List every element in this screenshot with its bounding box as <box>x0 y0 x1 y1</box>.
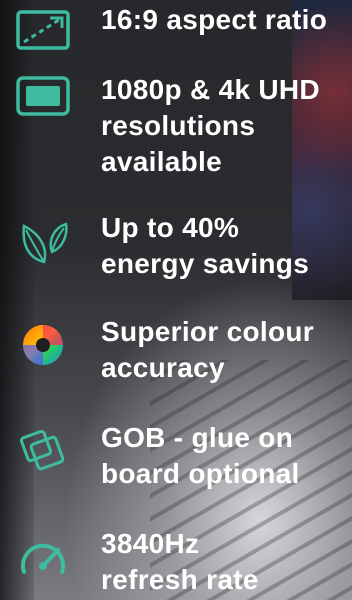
feature-list: 16:9 aspect ratio 1080p & 4k UHD resolut… <box>0 0 352 600</box>
layers-icon <box>14 424 72 474</box>
feature-label: 1080p & 4k UHD resolutions available <box>101 74 320 177</box>
aspect-ratio-icon <box>14 6 72 56</box>
feature-label: GOB - glue on board optional <box>101 422 300 489</box>
feature-label: 16:9 aspect ratio <box>101 4 328 35</box>
screen-icon <box>14 72 72 122</box>
gauge-icon <box>14 532 72 582</box>
leaf-icon <box>14 218 72 268</box>
feature-label: Superior colour accuracy <box>101 316 314 383</box>
feature-label: Up to 40% energy savings <box>101 212 310 279</box>
feature-label: 3840Hz refresh rate <box>101 528 259 595</box>
colour-wheel-icon <box>14 320 72 370</box>
